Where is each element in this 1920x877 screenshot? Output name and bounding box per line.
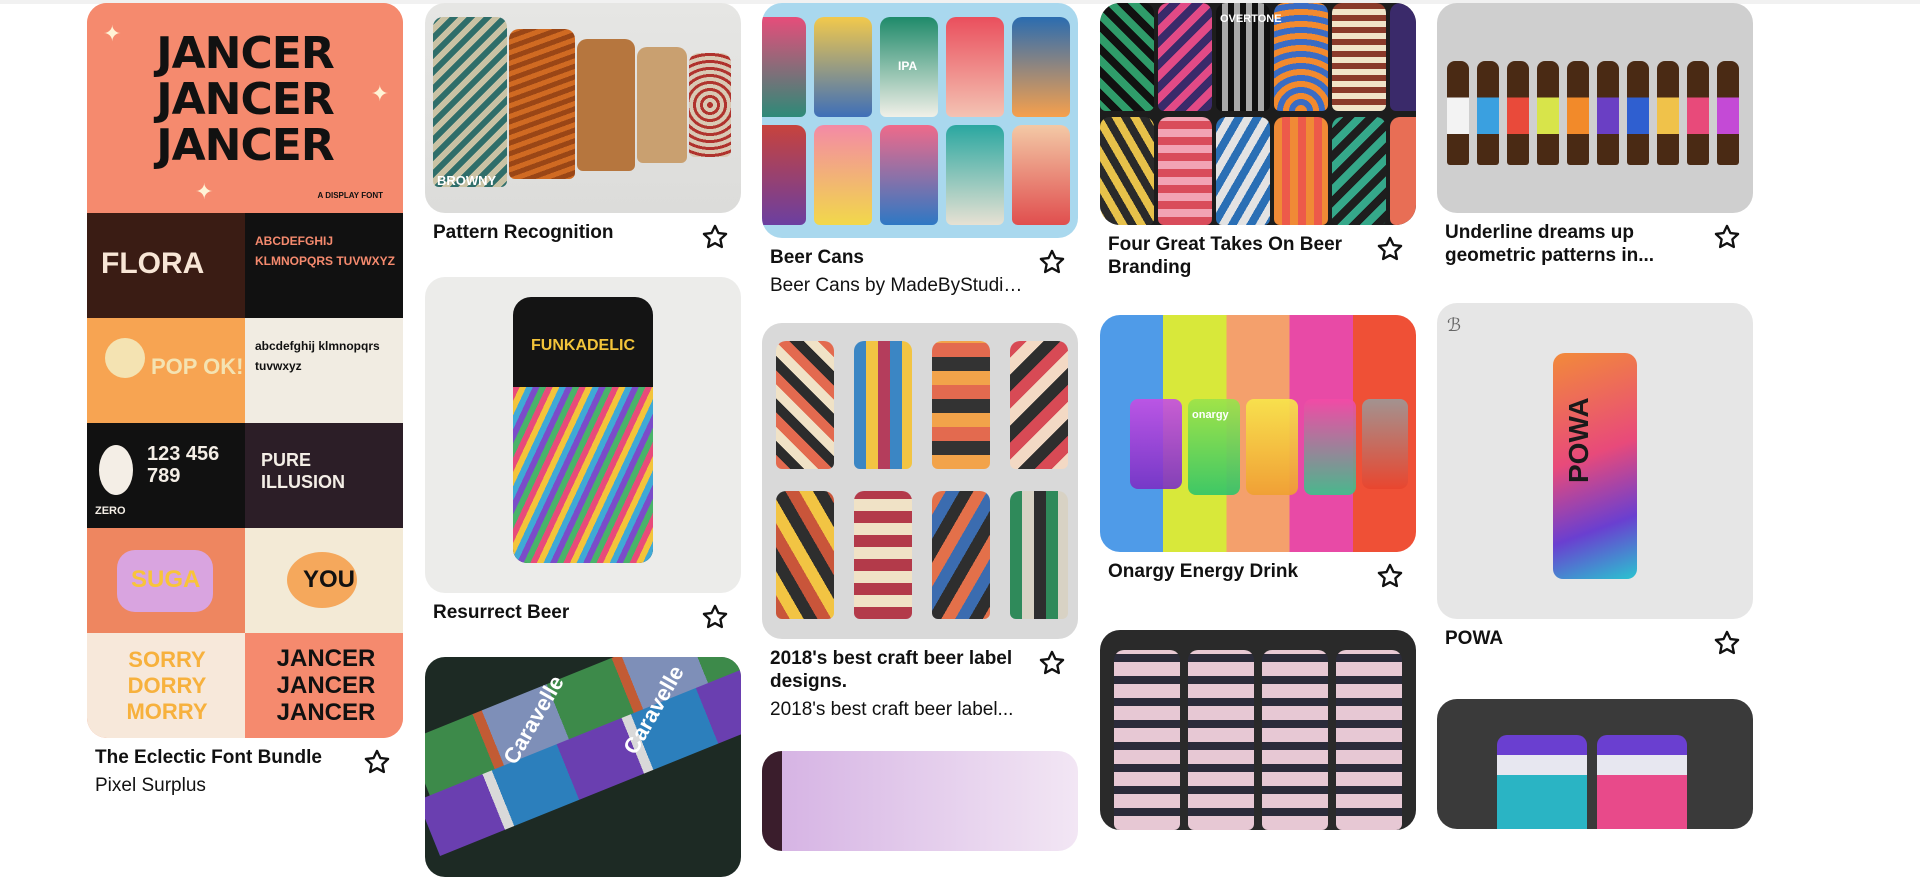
star-outline-icon[interactable] bbox=[1376, 562, 1404, 590]
font-tile: abcdefghij klmnopqrs tuvwxyz bbox=[245, 318, 403, 423]
font-wordmark: JANCER JANCER JANCER bbox=[156, 28, 334, 171]
can-label: POWA bbox=[1563, 397, 1594, 483]
pin-title[interactable]: Onargy Energy Drink bbox=[1108, 560, 1366, 583]
font-tile: POP OK! bbox=[87, 318, 245, 423]
sparkle-icon: ✦ bbox=[195, 179, 214, 204]
pin-image-geometric-cans[interactable] bbox=[762, 323, 1078, 639]
font-tile: FLORA bbox=[87, 213, 245, 318]
pin-card[interactable] bbox=[762, 751, 1078, 851]
pin-title[interactable]: Pattern Recognition bbox=[433, 221, 691, 244]
pin-meta: Resurrect Beer bbox=[425, 593, 741, 637]
can-body: POWA bbox=[1553, 353, 1637, 579]
can-body: FUNKADELIC bbox=[513, 297, 653, 563]
pin-meta: 2018's best craft beer label designs. 20… bbox=[762, 639, 1078, 721]
pin-image-powa-can[interactable]: POWA ℬ bbox=[1437, 303, 1753, 619]
pin-meta: Four Great Takes On Beer Branding bbox=[1100, 225, 1416, 279]
can-label: OVERTONE bbox=[1220, 13, 1282, 25]
font-tile: ABCDEFGHIJ KLMNOPQRS TUVWXYZ bbox=[245, 213, 403, 318]
pin-card[interactable]: BROWNY Pattern Recognition bbox=[425, 3, 741, 257]
star-outline-icon[interactable] bbox=[701, 603, 729, 631]
star-outline-icon[interactable] bbox=[1713, 223, 1741, 251]
font-tile: SORRY DORRY MORRY bbox=[87, 633, 245, 738]
pin-card[interactable]: onargy Onargy Energy Drink bbox=[1100, 315, 1416, 596]
glass-label: onargy bbox=[1192, 409, 1229, 421]
sparkle-icon: ✦ bbox=[370, 81, 389, 106]
pin-image-pink-gradient[interactable] bbox=[762, 751, 1078, 851]
can-label: FUNKADELIC bbox=[531, 337, 635, 354]
star-outline-icon[interactable] bbox=[1038, 248, 1066, 276]
pin-description[interactable]: Beer Cans by MadeByStudioJQ ... bbox=[770, 274, 1028, 297]
pin-card[interactable]: POWA ℬ POWA bbox=[1437, 303, 1753, 663]
feed-column-5: Underline dreams up geometric patterns i… bbox=[1437, 3, 1753, 829]
font-tile: SUGA bbox=[87, 528, 245, 633]
font-tiles: FLORA ABCDEFGHIJ KLMNOPQRS TUVWXYZ POP O… bbox=[87, 213, 403, 738]
star-outline-icon[interactable] bbox=[1038, 649, 1066, 677]
pin-image-bottles[interactable] bbox=[1437, 3, 1753, 213]
can-label: IPA bbox=[898, 59, 918, 73]
pin-card[interactable] bbox=[1100, 630, 1416, 830]
pin-image-caravelle-cans[interactable]: Caravelle Caravelle bbox=[425, 657, 741, 877]
font-tile: YOU bbox=[245, 528, 403, 633]
pin-description[interactable]: 2018's best craft beer label... bbox=[770, 698, 1028, 721]
pin-image-font-bundle[interactable]: JANCER JANCER JANCER ✦ ✦ ✦ A DISPLAY FON… bbox=[87, 3, 403, 738]
pin-title[interactable]: The Eclectic Font Bundle bbox=[95, 746, 353, 769]
pin-creator[interactable]: Pixel Surplus bbox=[95, 774, 353, 797]
pin-card[interactable]: OVERTONE Four Great Takes On Beer Brandi… bbox=[1100, 3, 1416, 279]
pin-card[interactable]: IPA Beer Cans Beer Cans by MadeByStudioJ… bbox=[762, 3, 1078, 297]
pin-image-wave-cans[interactable] bbox=[1100, 630, 1416, 830]
feed-column-3: IPA Beer Cans Beer Cans by MadeByStudioJ… bbox=[762, 3, 1078, 851]
font-hero: JANCER JANCER JANCER ✦ ✦ ✦ A DISPLAY FON… bbox=[87, 3, 403, 213]
pin-card[interactable]: Caravelle Caravelle bbox=[425, 657, 741, 877]
pin-image-pattern-cans[interactable]: BROWNY bbox=[425, 3, 741, 213]
font-tile: 123 456 789 ZERO bbox=[87, 423, 245, 528]
pin-meta: POWA bbox=[1437, 619, 1753, 663]
pin-image-overtone-cans[interactable]: OVERTONE bbox=[1100, 3, 1416, 225]
pin-image-funkadelic-can[interactable]: FUNKADELIC bbox=[425, 277, 741, 593]
pin-title[interactable]: POWA bbox=[1445, 627, 1703, 650]
pin-title[interactable]: Resurrect Beer bbox=[433, 601, 691, 624]
font-tile: PURE ILLUSION bbox=[245, 423, 403, 528]
feed-column-4: OVERTONE Four Great Takes On Beer Brandi… bbox=[1100, 3, 1416, 830]
star-outline-icon[interactable] bbox=[363, 748, 391, 776]
font-tile: JANCER JANCER JANCER bbox=[245, 633, 403, 738]
sparkle-icon: ✦ bbox=[103, 21, 122, 46]
pin-title[interactable]: Underline dreams up geometric patterns i… bbox=[1445, 221, 1703, 267]
pin-title[interactable]: 2018's best craft beer label designs. bbox=[770, 647, 1028, 693]
pin-card[interactable]: 2018's best craft beer label designs. 20… bbox=[762, 323, 1078, 721]
pin-image-onargy-glasses[interactable]: onargy bbox=[1100, 315, 1416, 552]
pin-meta: The Eclectic Font Bundle Pixel Surplus bbox=[87, 738, 403, 797]
pin-card[interactable]: JANCER JANCER JANCER ✦ ✦ ✦ A DISPLAY FON… bbox=[87, 3, 403, 797]
star-outline-icon[interactable] bbox=[701, 223, 729, 251]
can-label: BROWNY bbox=[437, 173, 497, 188]
pin-title[interactable]: Four Great Takes On Beer Branding bbox=[1108, 233, 1366, 279]
star-outline-icon[interactable] bbox=[1713, 629, 1741, 657]
pin-card[interactable]: Underline dreams up geometric patterns i… bbox=[1437, 3, 1753, 267]
pin-meta: Beer Cans Beer Cans by MadeByStudioJQ ..… bbox=[762, 238, 1078, 297]
feed-column-1: JANCER JANCER JANCER ✦ ✦ ✦ A DISPLAY FON… bbox=[87, 3, 403, 797]
feed-column-2: BROWNY Pattern Recognition FUNKADELIC Re… bbox=[425, 3, 741, 877]
font-tagline: A DISPLAY FONT bbox=[317, 191, 384, 200]
pin-meta: Underline dreams up geometric patterns i… bbox=[1437, 213, 1753, 267]
pin-card[interactable]: FUNKADELIC Resurrect Beer bbox=[425, 277, 741, 637]
pin-card[interactable] bbox=[1437, 699, 1753, 829]
pin-image-colorful-cans[interactable]: IPA bbox=[762, 3, 1078, 238]
pin-image-purple-cans[interactable] bbox=[1437, 699, 1753, 829]
pin-meta: Pattern Recognition bbox=[425, 213, 741, 257]
pin-title[interactable]: Beer Cans bbox=[770, 246, 1028, 269]
star-outline-icon[interactable] bbox=[1376, 235, 1404, 263]
pin-meta: Onargy Energy Drink bbox=[1100, 552, 1416, 596]
